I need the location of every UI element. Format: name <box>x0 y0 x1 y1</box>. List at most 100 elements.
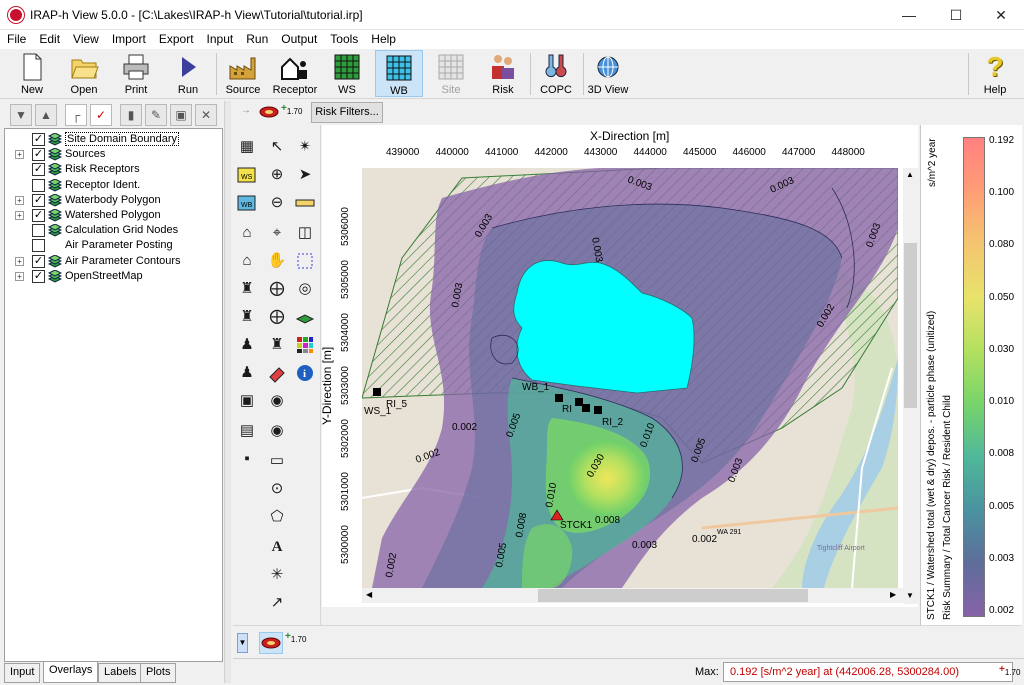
pan-hand-icon[interactable]: ✋ <box>265 249 289 273</box>
layers-icon[interactable]: ▤ <box>235 419 259 443</box>
child-receptor-icon[interactable]: ⌂ <box>235 249 259 273</box>
close-button[interactable]: ✕ <box>978 0 1024 30</box>
unit-scale-icon[interactable]: +1.70 <box>281 103 302 116</box>
crosshair-icon[interactable]: ⌖ <box>265 221 289 245</box>
info-icon[interactable]: i <box>293 361 317 385</box>
compass-icon[interactable]: ✴ <box>293 135 317 159</box>
map-layer-icon[interactable] <box>293 305 317 329</box>
add-node-icon[interactable]: ⨁ <box>265 305 289 329</box>
wb-tool-icon[interactable]: WB <box>235 191 259 215</box>
web-globe-icon[interactable]: ◎ <box>293 277 317 301</box>
menu-file[interactable]: File <box>0 30 32 46</box>
contour-shape-icon[interactable] <box>259 632 283 654</box>
add-layer-icon[interactable]: ▣ <box>170 104 192 126</box>
tab-plots[interactable]: Plots <box>140 663 177 683</box>
expand-icon[interactable]: + <box>15 195 24 205</box>
layer-checkbox[interactable] <box>32 178 45 192</box>
grid-extent-icon[interactable]: ◫ <box>293 221 317 245</box>
tree-item[interactable]: + ✓ OpenStreetMap <box>5 269 220 284</box>
delete-layer-icon[interactable]: ✕ <box>195 104 217 126</box>
plot-canvas[interactable]: X-Direction [m] 439000 440000 441000 442000… <box>320 125 918 607</box>
panel-splitter[interactable] <box>224 101 231 683</box>
menu-edit[interactable]: Edit <box>32 30 66 46</box>
menu-export[interactable]: Export <box>152 30 200 46</box>
tree-item[interactable]: + ✓ Sources <box>5 147 220 162</box>
dropdown-arrow-icon[interactable]: → <box>241 105 251 116</box>
receptor-marker[interactable] <box>582 404 590 412</box>
tree-item[interactable]: ✓ Site Domain Boundary <box>5 132 220 147</box>
scroll-left-icon[interactable]: ◀ <box>366 590 372 599</box>
dropdown-arrow-icon[interactable]: ▼ <box>237 633 248 653</box>
tree-item[interactable]: Receptor Ident. <box>5 178 220 193</box>
scale-bar-icon[interactable] <box>293 191 317 215</box>
menu-import[interactable]: Import <box>105 30 152 46</box>
zoom-in-icon[interactable]: ⊕ <box>265 163 289 187</box>
receptor-marker[interactable] <box>575 398 583 406</box>
move-down-button[interactable]: ▼ <box>10 104 32 126</box>
text-tool-icon[interactable]: A <box>265 535 289 559</box>
receptor-ri2-marker[interactable] <box>594 406 602 414</box>
new-button[interactable]: New <box>8 50 56 97</box>
unit-scale-icon[interactable]: +1.70 <box>285 631 306 644</box>
layer-checkbox[interactable]: ✓ <box>32 254 45 268</box>
source-button[interactable]: Source <box>219 50 267 97</box>
menu-help[interactable]: Help <box>364 30 402 46</box>
layer-checkbox[interactable]: ✓ <box>32 209 45 222</box>
menu-output[interactable]: Output <box>274 30 323 46</box>
tab-overlays[interactable]: Overlays <box>43 662 99 683</box>
ws-button[interactable]: WS <box>323 50 371 97</box>
scroll-down-icon[interactable]: ▼ <box>906 591 914 600</box>
layer-checkbox[interactable]: ✓ <box>32 193 45 207</box>
expand-icon[interactable]: + <box>15 271 24 281</box>
expand-icon[interactable]: + <box>15 256 24 266</box>
north-arrow-icon[interactable]: ➤ <box>293 163 317 187</box>
eraser-icon[interactable] <box>265 361 289 385</box>
lock-icon[interactable]: ▮ <box>120 104 142 126</box>
layer-checkbox[interactable] <box>32 224 45 238</box>
help-button[interactable]: ? Help <box>971 50 1019 97</box>
fisher-receptor-icon[interactable]: ♟ <box>235 333 259 357</box>
expand-icon[interactable]: + <box>15 150 24 160</box>
receptor-button[interactable]: Receptor <box>271 50 319 97</box>
menu-input[interactable]: Input <box>200 30 240 46</box>
contour-shape-icon[interactable] <box>259 105 279 122</box>
circle-tool-icon[interactable]: ⊙ <box>265 477 289 501</box>
eagle-icon[interactable]: ♜ <box>265 333 289 357</box>
menu-tools[interactable]: Tools <box>323 30 364 46</box>
map-view[interactable]: WS_1 RI_5 WB_1 RI RI_2 STCK1 0.003 0.003… <box>362 168 898 588</box>
tree-item[interactable]: ✓ Risk Receptors <box>5 162 220 177</box>
site-button[interactable]: Site <box>427 50 475 97</box>
move-up-button[interactable]: ▲ <box>35 104 57 126</box>
horizontal-scrollbar[interactable]: ◀ ▶ <box>362 588 903 603</box>
page-icon[interactable]: ▪ <box>235 447 259 471</box>
expand-icon[interactable]: + <box>15 211 24 220</box>
layer-checkbox[interactable]: ✓ <box>32 133 45 146</box>
color-grid-icon[interactable] <box>293 333 317 357</box>
tree-item[interactable]: Calculation Grid Nodes <box>5 223 220 238</box>
copc-button[interactable]: COPC <box>532 50 580 97</box>
layer-checkbox[interactable]: ✓ <box>32 148 45 162</box>
star-marker-icon[interactable]: ✳ <box>265 563 289 587</box>
menu-view[interactable]: View <box>66 30 105 46</box>
pick-shape-icon[interactable]: ◉ <box>265 419 289 443</box>
source-tool-icon[interactable]: ▦ <box>235 135 259 159</box>
polygon-tool-icon[interactable]: ⬠ <box>265 505 289 529</box>
print-button[interactable]: Print <box>112 50 160 97</box>
layer-checkbox[interactable]: ✓ <box>32 269 45 283</box>
receptor-marker[interactable] <box>555 394 563 402</box>
menu-run[interactable]: Run <box>239 30 274 46</box>
vertical-scrollbar[interactable]: ▲ ▼ <box>903 168 918 604</box>
scroll-right-icon[interactable]: ▶ <box>890 590 896 599</box>
farmer-child-icon[interactable]: ♜ <box>235 305 259 329</box>
pointer-arrow-icon[interactable]: ↖ <box>265 135 289 159</box>
wb-button[interactable]: WB <box>375 50 423 97</box>
tree-item[interactable]: + ✓ Watershed Polygon <box>5 208 220 223</box>
layer-properties-icon[interactable]: ┌ <box>65 104 87 126</box>
layer-checkbox[interactable] <box>32 239 45 253</box>
move-node-icon[interactable]: ⨁ <box>265 277 289 301</box>
pick-color-icon[interactable]: ◉ <box>265 389 289 413</box>
risk-button[interactable]: Risk <box>479 50 527 97</box>
vertical-scroll-thumb[interactable] <box>904 243 917 408</box>
open-button[interactable]: Open <box>60 50 108 97</box>
minimize-button[interactable]: — <box>886 0 932 30</box>
